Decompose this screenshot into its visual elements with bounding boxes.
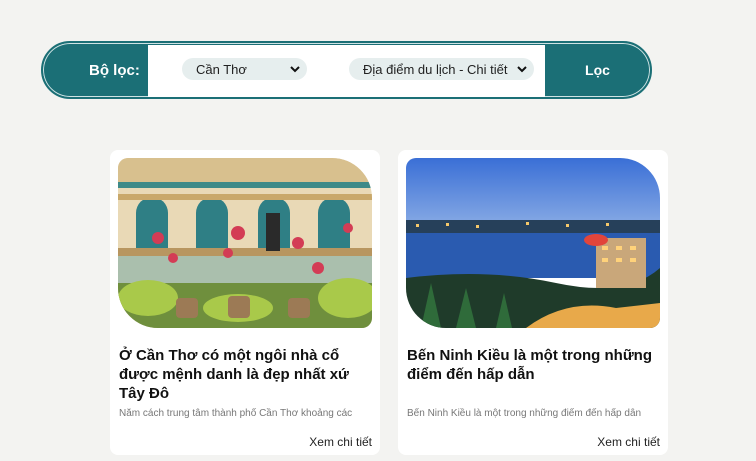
chevron-down-icon (290, 66, 300, 73)
filter-controls: Cần Thơ Địa điểm du lịch - Chi tiết (148, 45, 545, 97)
chevron-down-icon (517, 66, 527, 73)
city-select-value: Cần Thơ (196, 61, 247, 77)
filter-button[interactable]: Lọc (545, 43, 650, 97)
riverside-night-illustration (406, 158, 660, 328)
view-details-link[interactable]: Xem chi tiết (309, 435, 372, 449)
city-select[interactable]: Cần Thơ (182, 58, 307, 80)
card-description: Nằm cách trung tâm thành phố Cần Thơ kho… (119, 408, 353, 419)
ancient-house-illustration (118, 158, 372, 328)
category-select-value: Địa điểm du lịch - Chi tiết (363, 61, 508, 77)
article-card[interactable]: Ở Cần Thơ có một ngôi nhà cổ được mệnh d… (110, 150, 380, 455)
category-select[interactable]: Địa điểm du lịch - Chi tiết (349, 58, 534, 80)
card-description: Bến Ninh Kiều là một trong những điểm đế… (407, 408, 642, 419)
ninh-kieu-wharf-image[interactable] (406, 158, 660, 328)
article-card[interactable]: Bến Ninh Kiều là một trong những điểm đế… (398, 150, 668, 455)
filter-label: Bộ lọc: (89, 61, 140, 79)
ancient-house-image[interactable] (118, 158, 372, 328)
card-title[interactable]: Bến Ninh Kiều là một trong những điểm đế… (407, 346, 657, 384)
view-details-link[interactable]: Xem chi tiết (597, 435, 660, 449)
card-title[interactable]: Ở Cần Thơ có một ngôi nhà cổ được mệnh d… (119, 346, 369, 403)
filter-bar: Bộ lọc: Cần Thơ Địa điểm du lịch - Chi t… (41, 41, 652, 99)
